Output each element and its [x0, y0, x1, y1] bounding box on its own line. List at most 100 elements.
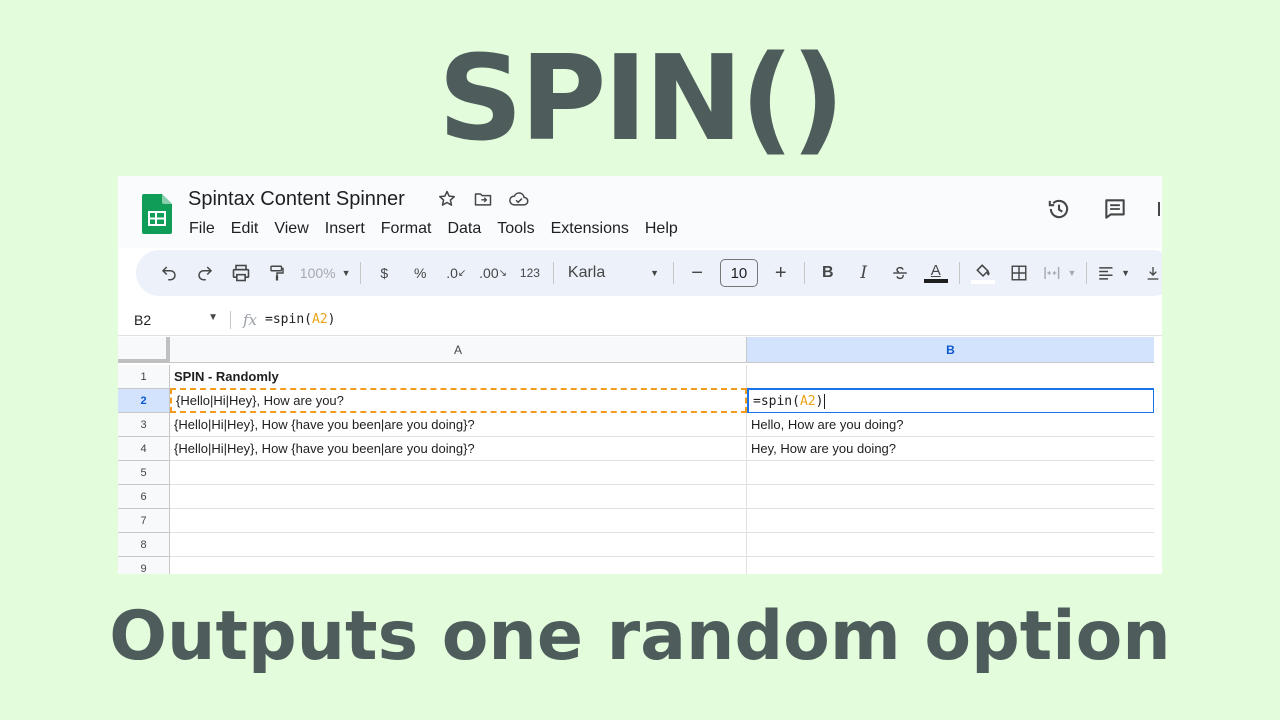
- vertical-align-icon[interactable]: [1140, 259, 1162, 287]
- horizontal-align-icon[interactable]: ▼: [1097, 259, 1130, 287]
- row-header[interactable]: 6: [118, 485, 170, 509]
- text-color-swatch: [923, 279, 948, 283]
- borders-icon[interactable]: [1006, 259, 1032, 287]
- row-header[interactable]: 8: [118, 533, 170, 557]
- formula-input[interactable]: =spin(A2): [265, 312, 335, 327]
- redo-icon[interactable]: [192, 259, 218, 287]
- formula-reference: A2: [311, 312, 328, 327]
- strikethrough-icon[interactable]: [887, 259, 913, 287]
- row-header[interactable]: 1: [118, 365, 170, 389]
- hero-subtitle: Outputs one random option: [109, 597, 1171, 676]
- cell-a9[interactable]: [170, 557, 747, 574]
- formula-bar: B2 ▼ fx =spin(A2): [118, 304, 1162, 336]
- row-header[interactable]: 3: [118, 413, 170, 437]
- decrease-font-size-button[interactable]: −: [684, 259, 710, 287]
- cell-a1[interactable]: SPIN - Randomly: [170, 365, 747, 389]
- row-header[interactable]: 9: [118, 557, 170, 574]
- grid-right-gutter: [1154, 337, 1162, 574]
- cell-b3[interactable]: Hello, How are you doing?: [747, 413, 1155, 437]
- menu-help[interactable]: Help: [638, 218, 687, 240]
- hero-title: SPIN(): [438, 29, 845, 167]
- toolbar-divider: [673, 262, 675, 284]
- fill-color-icon[interactable]: [970, 259, 996, 287]
- currency-format-button[interactable]: $: [371, 259, 397, 287]
- cell-a5[interactable]: [170, 461, 747, 485]
- cell-b8[interactable]: [747, 533, 1155, 557]
- cell-a8[interactable]: [170, 533, 747, 557]
- cell-b2[interactable]: =spin(A2): [747, 388, 1155, 414]
- text-color-letter: A: [930, 262, 941, 279]
- text-color-button[interactable]: A: [923, 259, 949, 287]
- italic-button[interactable]: I: [851, 259, 877, 287]
- caret-down-icon: ▼: [341, 268, 351, 278]
- cell-b2-reference: A2: [799, 393, 816, 409]
- menu-extensions[interactable]: Extensions: [544, 218, 638, 240]
- fill-color-swatch: [970, 280, 995, 284]
- row-header[interactable]: 2: [118, 389, 170, 413]
- paint-format-icon[interactable]: [264, 259, 290, 287]
- cell-b1[interactable]: [747, 365, 1155, 389]
- sheets-logo-icon[interactable]: [142, 194, 172, 234]
- arrow-left-icon: ↙: [457, 267, 467, 279]
- caret-down-icon: ▼: [650, 268, 660, 278]
- menu-data[interactable]: Data: [440, 218, 490, 240]
- toolbar-divider: [360, 262, 362, 284]
- cell-b6[interactable]: [747, 485, 1155, 509]
- zoom-value: 100%: [299, 265, 336, 281]
- caret-down-icon: ▼: [208, 311, 218, 323]
- arrow-right-icon: ↘: [498, 267, 508, 279]
- cell-b7[interactable]: [747, 509, 1155, 533]
- document-title[interactable]: Spintax Content Spinner: [188, 188, 405, 211]
- menu-file[interactable]: File: [182, 218, 224, 240]
- toolbar: 100% ▼ $ % .0 ↙ .00 ↘ 123 Karla ▼ − 10 + B I…: [136, 250, 1162, 296]
- cell-b4[interactable]: Hey, How are you doing?: [747, 437, 1155, 461]
- menu-edit[interactable]: Edit: [224, 218, 268, 240]
- increase-font-size-button[interactable]: +: [768, 259, 794, 287]
- row-header[interactable]: 5: [118, 461, 170, 485]
- font-size-input[interactable]: 10: [720, 259, 758, 287]
- menu-bar: File Edit View Insert Format Data Tools …: [182, 218, 687, 240]
- select-all-corner[interactable]: [118, 337, 170, 363]
- caret-down-icon: ▼: [1067, 268, 1077, 278]
- font-select[interactable]: Karla ▼: [564, 259, 663, 287]
- cell-b9[interactable]: [747, 557, 1155, 574]
- decrease-decimal-button[interactable]: .0 ↙: [443, 259, 469, 287]
- row-header[interactable]: 4: [118, 437, 170, 461]
- column-header-a[interactable]: A: [170, 337, 747, 363]
- cell-a7[interactable]: [170, 509, 747, 533]
- toolbar-divider: [552, 262, 554, 284]
- print-icon[interactable]: [228, 259, 254, 287]
- column-header-b[interactable]: B: [747, 337, 1155, 363]
- comments-icon[interactable]: [1102, 196, 1128, 222]
- undo-icon[interactable]: [156, 259, 182, 287]
- menu-tools[interactable]: Tools: [490, 218, 543, 240]
- cloud-saved-icon[interactable]: [508, 188, 530, 210]
- bold-button[interactable]: B: [815, 259, 841, 287]
- more-formats-button[interactable]: 123: [517, 259, 543, 287]
- name-box-value: B2: [134, 311, 152, 328]
- menu-format[interactable]: Format: [374, 218, 441, 240]
- move-to-folder-icon[interactable]: [472, 188, 494, 210]
- zoom-select[interactable]: 100% ▼: [299, 259, 351, 287]
- name-box[interactable]: B2 ▼: [118, 312, 230, 328]
- increase-decimal-button[interactable]: .00 ↘: [479, 259, 507, 287]
- cell-b5[interactable]: [747, 461, 1155, 485]
- formula-divider: [230, 310, 231, 329]
- version-history-icon[interactable]: [1046, 196, 1072, 222]
- cell-a2[interactable]: {Hello|Hi|Hey}, How are you?: [170, 388, 747, 413]
- row-header[interactable]: 7: [118, 509, 170, 533]
- merge-cells-icon[interactable]: ▼: [1042, 259, 1077, 287]
- text-cursor: [824, 393, 826, 409]
- share-edge-icon[interactable]: [1158, 196, 1162, 222]
- percent-format-button[interactable]: %: [407, 259, 433, 287]
- cell-a4[interactable]: {Hello|Hi|Hey}, How {have you been|are y…: [170, 437, 747, 461]
- menu-view[interactable]: View: [267, 218, 317, 240]
- cell-a6[interactable]: [170, 485, 747, 509]
- star-icon[interactable]: [436, 188, 458, 210]
- increase-decimal-label: .00: [479, 265, 499, 281]
- cell-a3[interactable]: {Hello|Hi|Hey}, How {have you been|are y…: [170, 413, 747, 437]
- menu-insert[interactable]: Insert: [318, 218, 374, 240]
- cell-b2-prefix: =spin(: [753, 393, 800, 409]
- cell-b2-suffix: ): [815, 393, 824, 409]
- toolbar-divider: [1086, 262, 1088, 284]
